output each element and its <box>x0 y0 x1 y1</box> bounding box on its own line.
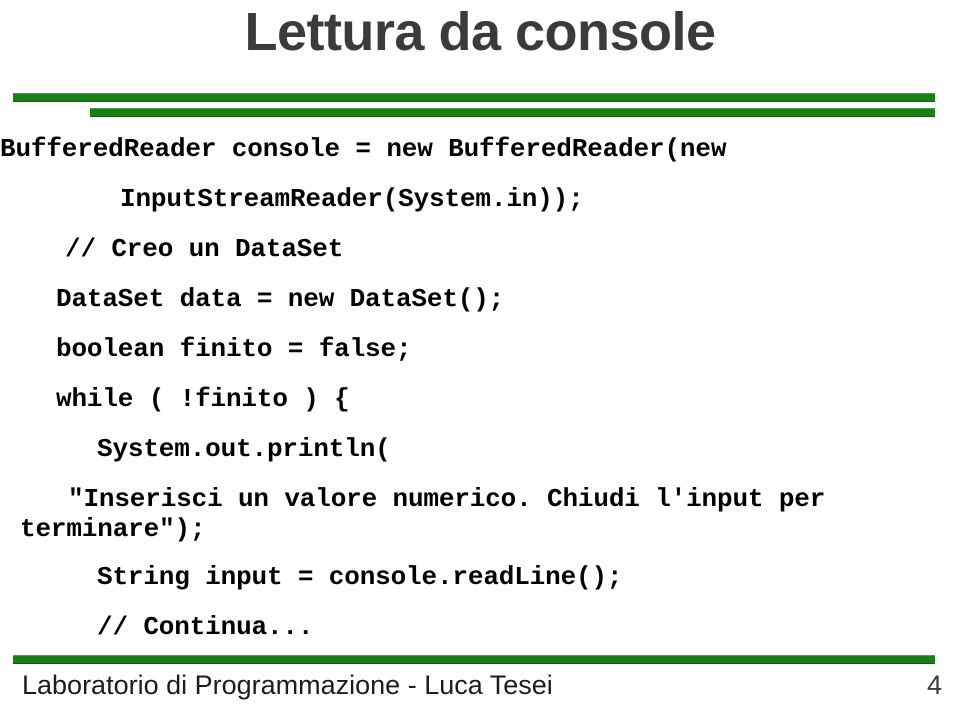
code-line: InputStreamReader(System.in)); <box>120 184 584 214</box>
page-number: 4 <box>926 670 942 700</box>
slide-root: Lettura da console BufferedReader consol… <box>0 0 960 708</box>
title-divider-primary <box>13 93 935 102</box>
code-line: String input = console.readLine(); <box>97 562 623 592</box>
title-divider-secondary <box>90 108 935 117</box>
code-line: // Continua... <box>97 612 314 642</box>
code-line: // Creo un DataSet <box>65 234 344 264</box>
page-title: Lettura da console <box>244 2 716 62</box>
code-line: DataSet data = new DataSet(); <box>56 284 505 314</box>
code-line: BufferedReader console = new BufferedRea… <box>0 134 727 164</box>
code-line: while ( !finito ) { <box>56 384 350 414</box>
code-line: boolean finito = false; <box>56 334 412 364</box>
code-line: "Inserisci un valore numerico. Chiudi l'… <box>20 484 826 544</box>
footer-divider <box>13 655 935 664</box>
code-block: BufferedReader console = new BufferedRea… <box>0 128 960 643</box>
code-line: System.out.println( <box>97 434 391 464</box>
footer-label: Laboratorio di Programmazione - Luca Tes… <box>22 670 553 700</box>
